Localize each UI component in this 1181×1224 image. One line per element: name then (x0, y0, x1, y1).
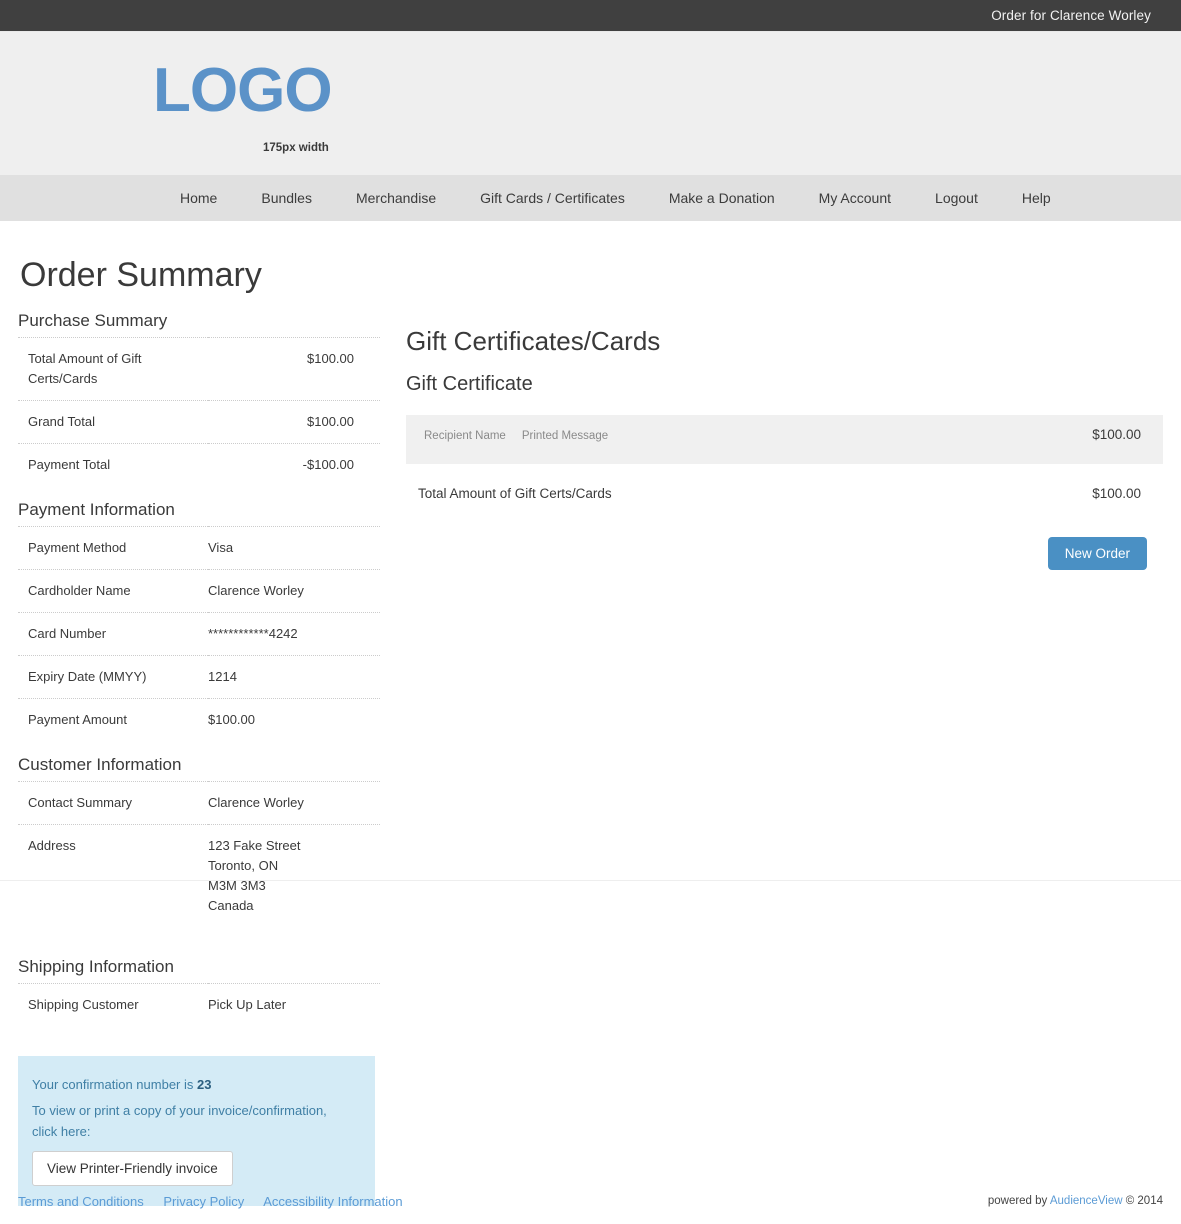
payment-information-heading: Payment Information (18, 500, 175, 519)
nav-item-logout[interactable]: Logout (935, 190, 978, 206)
logo-text: LOGO (153, 56, 333, 125)
logo-caption: 175px width (263, 142, 329, 154)
site-logo[interactable]: LOGO 175px width (153, 56, 353, 155)
address-line: Toronto, ON (208, 858, 279, 873)
gift-certificate-subheading: Gift Certificate (406, 373, 533, 395)
nav-item-home[interactable]: Home (180, 190, 217, 206)
row-label: Expiry Date (MMYY) (28, 669, 147, 684)
content-divider (0, 880, 1181, 881)
table-row: Cardholder Name Clarence Worley (18, 569, 380, 613)
table-row: Address 123 Fake Street Toronto, ON M3M … (18, 824, 380, 928)
footer-links: Terms and Conditions Privacy Policy Acce… (18, 1194, 419, 1209)
row-value: Pick Up Later (208, 997, 287, 1012)
customer-information-table: Contact Summary Clarence Worley Address … (18, 781, 380, 927)
address-value: 123 Fake Street Toronto, ON M3M 3M3 Cana… (208, 825, 380, 928)
confirmation-number-prefix: Your confirmation number is (32, 1077, 197, 1092)
logo-band: LOGO 175px width (0, 31, 1181, 175)
row-value: Clarence Worley (208, 795, 304, 810)
row-value: $100.00 (307, 351, 354, 366)
row-value: $100.00 (307, 414, 354, 429)
gift-certificate-item-fields: Recipient Name Printed Message (406, 415, 977, 464)
page-title: Order Summary (20, 256, 262, 294)
table-row: Contact Summary Clarence Worley (18, 781, 380, 825)
shipping-information-heading: Shipping Information (18, 957, 174, 976)
copyright-text: © 2014 (1122, 1195, 1163, 1207)
recipient-name-label: Recipient Name (424, 430, 506, 442)
row-label: Payment Method (28, 540, 127, 555)
gift-certificate-item-amount: $100.00 (1092, 427, 1141, 442)
footer-link-accessibility-information[interactable]: Accessibility Information (263, 1194, 402, 1209)
page-footer: Terms and Conditions Privacy Policy Acce… (0, 1178, 1181, 1224)
purchase-summary-heading: Purchase Summary (18, 311, 168, 330)
table-row: Payment Amount $100.00 (18, 698, 380, 742)
action-button-row: New Order (406, 537, 1163, 570)
row-label: Total Amount of Gift Certs/Cards (28, 351, 142, 386)
powered-by-prefix: powered by (987, 1195, 1050, 1207)
confirmation-instructions: To view or print a copy of your invoice/… (32, 1103, 327, 1139)
footer-link-terms-and-conditions[interactable]: Terms and Conditions (18, 1194, 144, 1209)
row-value: Visa (208, 540, 234, 555)
printed-message-label: Printed Message (521, 430, 609, 442)
row-value: $100.00 (208, 712, 255, 727)
table-row: Payment Method Visa (18, 526, 380, 570)
gift-certificates-total-label: Total Amount of Gift Certs/Cards (418, 486, 612, 501)
table-row: Card Number ************4242 (18, 612, 380, 656)
confirmation-number: 23 (197, 1077, 212, 1092)
payment-information-table: Payment Method Visa Cardholder Name Clar… (18, 526, 380, 741)
table-row: Shipping Customer Pick Up Later (18, 983, 380, 1027)
table-row: Grand Total $100.00 (18, 400, 380, 444)
customer-information-heading: Customer Information (18, 755, 182, 774)
row-label: Payment Total (28, 457, 111, 472)
order-owner-label: Order for Clarence Worley (991, 8, 1151, 23)
two-column-layout: Purchase Summary Total Amount of Gift Ce… (18, 311, 1163, 1206)
right-column: Gift Certificates/Cards Gift Certificate… (380, 311, 1163, 570)
row-value: -$100.00 (302, 457, 354, 472)
gift-certificates-heading: Gift Certificates/Cards (406, 326, 661, 356)
shipping-information-table: Shipping Customer Pick Up Later (18, 983, 380, 1026)
nav-item-bundles[interactable]: Bundles (261, 190, 312, 206)
row-label: Address (28, 838, 76, 853)
top-header-bar: Order for Clarence Worley (0, 0, 1181, 31)
row-label: Card Number (28, 626, 107, 641)
row-label: Grand Total (28, 414, 95, 429)
table-row: Expiry Date (MMYY) 1214 (18, 655, 380, 699)
row-label: Cardholder Name (28, 583, 131, 598)
footer-link-privacy-policy[interactable]: Privacy Policy (163, 1194, 244, 1209)
address-line: 123 Fake Street (208, 838, 301, 853)
address-line: M3M 3M3 (208, 878, 266, 893)
row-label: Payment Amount (28, 712, 127, 727)
new-order-button[interactable]: New Order (1047, 537, 1147, 570)
page-content: Order Summary Purchase Summary Total Amo… (0, 255, 1181, 1206)
address-line: Canada (208, 898, 254, 913)
gift-certificate-items-table: Recipient Name Printed Message $100.00 To… (406, 415, 1163, 511)
table-row: Recipient Name Printed Message $100.00 (406, 415, 1163, 464)
gift-certificates-total-amount: $100.00 (1092, 486, 1141, 501)
left-column: Purchase Summary Total Amount of Gift Ce… (18, 311, 380, 1206)
table-row: Payment Total -$100.00 (18, 443, 380, 487)
nav-item-my-account[interactable]: My Account (819, 190, 891, 206)
main-navigation: Home Bundles Merchandise Gift Cards / Ce… (0, 175, 1181, 221)
row-value: 1214 (208, 669, 237, 684)
nav-item-merchandise[interactable]: Merchandise (356, 190, 436, 206)
purchase-summary-table: Total Amount of Gift Certs/Cards $100.00… (18, 337, 380, 486)
powered-by-notice: powered by AudienceView © 2014 (988, 1195, 1163, 1207)
audienceview-link[interactable]: AudienceView (1050, 1195, 1123, 1207)
row-value: Clarence Worley (208, 583, 304, 598)
row-label: Contact Summary (28, 795, 133, 810)
table-row: Total Amount of Gift Certs/Cards $100.00 (18, 337, 380, 401)
table-row: Total Amount of Gift Certs/Cards $100.00 (406, 464, 1163, 511)
row-value: ************4242 (208, 626, 298, 641)
nav-item-make-a-donation[interactable]: Make a Donation (669, 190, 775, 206)
confirmation-number-line: Your confirmation number is 23 (32, 1074, 355, 1096)
nav-item-help[interactable]: Help (1022, 190, 1051, 206)
row-label: Shipping Customer (28, 997, 139, 1012)
nav-item-gift-cards-certificates[interactable]: Gift Cards / Certificates (480, 190, 625, 206)
